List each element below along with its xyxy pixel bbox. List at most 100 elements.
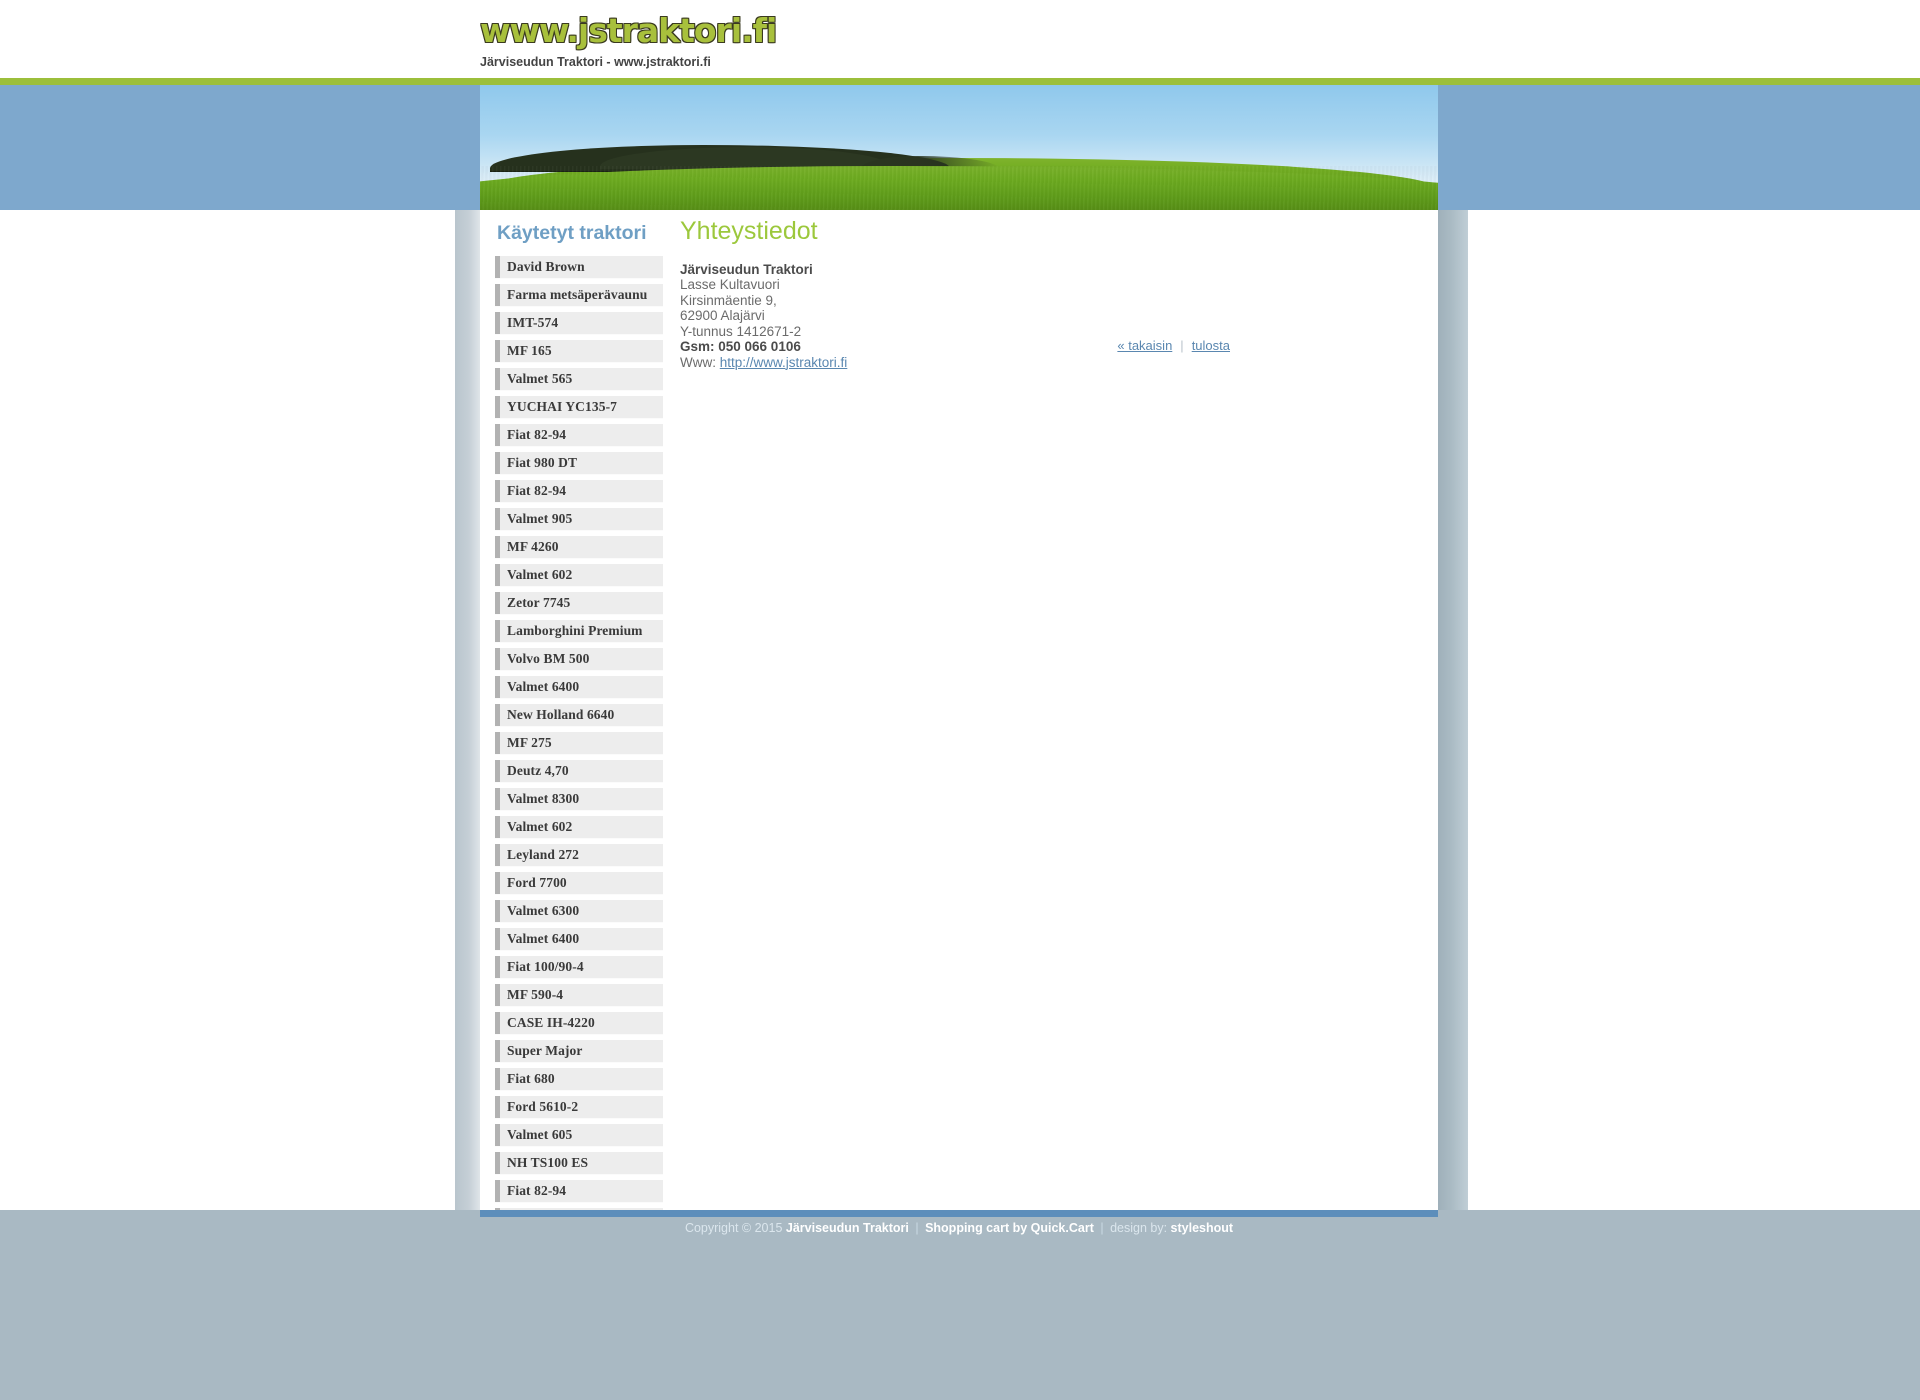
footer-cart-credit[interactable]: Shopping cart by Quick.Cart xyxy=(925,1221,1094,1235)
sidebar-item[interactable]: Lamborghini Premium xyxy=(495,620,663,643)
contact-company: Järviseudun Traktori xyxy=(680,261,813,277)
sidebar-item-label: Valmet 8300 xyxy=(507,791,580,806)
contact-www-link[interactable]: http://www.jstraktori.fi xyxy=(720,355,848,370)
footer-company: Järviseudun Traktori xyxy=(785,1221,909,1235)
page-nav-links: « takaisin | tulosta xyxy=(680,338,1230,353)
sidebar-item-label: Ford 7700 xyxy=(507,875,567,890)
sidebar-item[interactable]: Valmet 8300 xyxy=(495,788,663,811)
contact-business-id: Y-tunnus 1412671-2 xyxy=(680,323,802,339)
sidebar-item-label: NH TS100 ES xyxy=(507,1155,589,1170)
sidebar-item-label: David Brown xyxy=(507,259,585,274)
banner-grass-texture xyxy=(480,166,1438,210)
sidebar-item[interactable]: Fiat 82-94 xyxy=(495,1180,663,1203)
sidebar-item-label: MF 275 xyxy=(507,735,552,750)
sidebar-item[interactable]: Valmet 565 xyxy=(495,368,663,391)
sidebar-item[interactable]: Valmet 6400 xyxy=(495,676,663,699)
sidebar-item-label: MF 4260 xyxy=(507,539,559,554)
sidebar-item-label: Valmet 605 xyxy=(507,1127,573,1142)
sidebar-item[interactable]: Fiat 82-94 xyxy=(495,424,663,447)
footer-design-prefix: design by: xyxy=(1110,1221,1168,1235)
contact-city: 62900 Alajärvi xyxy=(680,308,765,323)
sidebar-item[interactable]: Fiat 100/90-4 xyxy=(495,956,663,979)
sidebar-item[interactable]: Valmet 602 xyxy=(495,564,663,587)
sidebar-item-label: Leyland 272 xyxy=(507,847,579,862)
sidebar-item-label: Valmet 565 xyxy=(507,371,573,386)
contact-www-row: Www: http://www.jstraktori.fi xyxy=(680,355,1410,371)
sidebar-item[interactable]: MF 275 xyxy=(495,732,663,755)
sidebar-item[interactable]: MF 165 xyxy=(495,340,663,363)
header-green-rule xyxy=(0,78,1920,85)
contact-street: Kirsinmäentie 9, xyxy=(680,292,777,308)
sidebar-item-label: YUCHAI YC135-7 xyxy=(507,399,618,414)
sidebar-item-label: Ford 5610-2 xyxy=(507,1099,579,1114)
sidebar-item[interactable]: Ford 5610-2 xyxy=(495,1096,663,1119)
sidebar-item[interactable]: MF 4260 xyxy=(495,536,663,559)
sidebar-item-label: Farma metsäperävaunu xyxy=(507,287,648,302)
sidebar-item[interactable]: New Holland 6640 xyxy=(495,704,663,727)
sidebar-item[interactable]: Valmet 905 xyxy=(495,508,663,531)
site-logo[interactable]: www.jstraktori.fi Järviseudun Traktori -… xyxy=(480,14,1180,69)
sidebar-item[interactable]: Super Major xyxy=(495,1040,663,1063)
sidebar-item[interactable]: Volvo BM 500 xyxy=(495,648,663,671)
footer-separator-1: | xyxy=(915,1221,919,1235)
sidebar-item-label: Fiat 680 xyxy=(507,1071,555,1086)
sidebar-item[interactable]: CASE IH-4220 xyxy=(495,1012,663,1035)
sidebar-item[interactable]: Deutz 4,70 xyxy=(495,760,663,783)
footer-designer[interactable]: styleshout xyxy=(1171,1221,1234,1235)
sidebar-list: David Brown Farma metsäperävaunu IMT-574 MF… xyxy=(495,256,663,1231)
footer-copyright: Copyright © 2015 xyxy=(684,1221,783,1235)
sidebar-item[interactable]: Valmet 6400 xyxy=(495,928,663,951)
sidebar-item-label: IMT-574 xyxy=(507,315,559,330)
sidebar-item-label: Deutz 4,70 xyxy=(507,763,569,778)
sidebar-item[interactable]: Valmet 6300 xyxy=(495,900,663,923)
sidebar-item-label: Valmet 6400 xyxy=(507,931,580,946)
sidebar-item[interactable]: Farma metsäperävaunu xyxy=(495,284,663,307)
sidebar: Käytetyt traktori David Brown Farma metsä… xyxy=(495,222,663,1236)
sidebar-item-label: Zetor 7745 xyxy=(507,595,571,610)
main-content: Yhteystiedot Järviseudun Traktori Lasse … xyxy=(680,217,1410,371)
footer-separator-2: | xyxy=(1100,1221,1104,1235)
sidebar-item-label: Valmet 6300 xyxy=(507,903,580,918)
footer-top-rule xyxy=(480,1210,1438,1217)
sidebar-item-label: Fiat 100/90-4 xyxy=(507,959,584,974)
sidebar-item[interactable]: YUCHAI YC135-7 xyxy=(495,396,663,419)
sidebar-item[interactable]: David Brown xyxy=(495,256,663,279)
sidebar-item-label: Lamborghini Premium xyxy=(507,623,643,638)
content-left-shadow xyxy=(455,210,480,1210)
sidebar-item-label: Fiat 82-94 xyxy=(507,427,567,442)
logo-wordmark[interactable]: www.jstraktori.fi xyxy=(480,14,1180,47)
sidebar-item-label: Fiat 82-94 xyxy=(507,1183,567,1198)
sidebar-item[interactable]: Valmet 605 xyxy=(495,1124,663,1147)
sidebar-item[interactable]: Leyland 272 xyxy=(495,844,663,867)
sidebar-item-label: New Holland 6640 xyxy=(507,707,615,722)
sidebar-item-label: Volvo BM 500 xyxy=(507,651,590,666)
sidebar-item-label: Fiat 82-94 xyxy=(507,483,567,498)
sidebar-item[interactable]: NH TS100 ES xyxy=(495,1152,663,1175)
sidebar-item-label: Valmet 905 xyxy=(507,511,573,526)
contact-person: Lasse Kultavuori xyxy=(680,277,780,292)
sidebar-item-label: Valmet 6400 xyxy=(507,679,580,694)
sidebar-item[interactable]: Fiat 980 DT xyxy=(495,452,663,475)
logo-tagline: Järviseudun Traktori - www.jstraktori.fi xyxy=(480,55,711,69)
print-link[interactable]: tulosta xyxy=(1192,338,1230,353)
sidebar-item[interactable]: IMT-574 xyxy=(495,312,663,335)
sidebar-item[interactable]: Ford 7700 xyxy=(495,872,663,895)
footer-background-left xyxy=(0,1210,480,1400)
sidebar-item-label: Valmet 602 xyxy=(507,567,573,582)
sidebar-item[interactable]: Fiat 680 xyxy=(495,1068,663,1091)
sidebar-title: Käytetyt traktori xyxy=(497,222,647,244)
sidebar-item-label: Super Major xyxy=(507,1043,583,1058)
page-title: Yhteystiedot xyxy=(680,217,818,245)
sidebar-item[interactable]: Fiat 82-94 xyxy=(495,480,663,503)
sidebar-item-label: Fiat 980 DT xyxy=(507,455,578,470)
sidebar-item[interactable]: Zetor 7745 xyxy=(495,592,663,615)
back-link[interactable]: « takaisin xyxy=(1117,338,1172,353)
sidebar-item-label: Valmet 602 xyxy=(507,819,573,834)
sidebar-item[interactable]: MF 590-4 xyxy=(495,984,663,1007)
sidebar-item[interactable]: Valmet 602 xyxy=(495,816,663,839)
contact-www-label: Www: xyxy=(680,354,716,370)
content-right-shadow xyxy=(1438,210,1468,1210)
sidebar-item-label: MF 165 xyxy=(507,343,552,358)
nav-link-separator: | xyxy=(1180,338,1184,353)
banner-landscape-image xyxy=(480,85,1438,210)
